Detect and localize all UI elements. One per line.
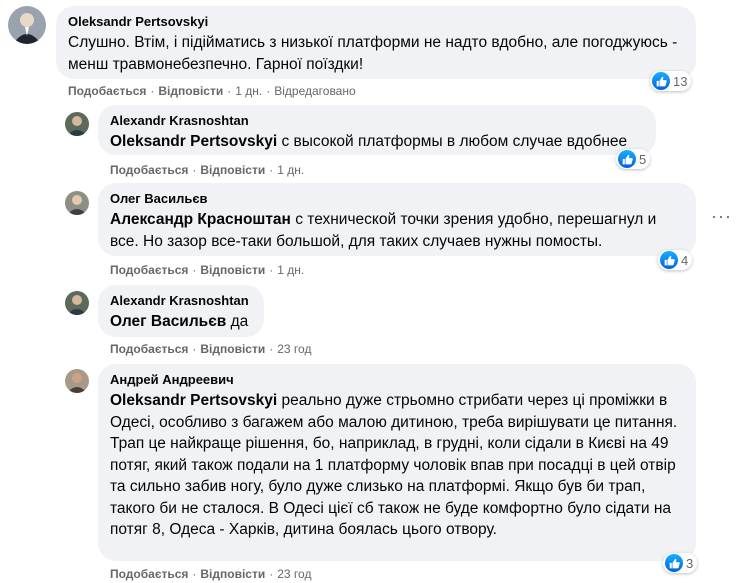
- avatar[interactable]: [8, 6, 46, 44]
- reaction-number: 13: [673, 73, 688, 89]
- reply-button[interactable]: Відповісти: [200, 163, 265, 177]
- user-avatar-icon: [8, 6, 46, 44]
- comment-bubble: Alexandr Krasnoshtan Олег Васильєв да: [98, 285, 264, 337]
- reaction-count[interactable]: 4: [658, 250, 693, 270]
- mention-link[interactable]: Oleksandr Pertsovskyi: [110, 392, 277, 409]
- comment-actions: Подобається · Відповісти · 1 дн.: [110, 263, 305, 277]
- comment-author[interactable]: Олег Васильєв: [110, 191, 684, 207]
- timestamp[interactable]: 1 дн.: [235, 84, 262, 98]
- like-thumb-icon: [652, 72, 670, 90]
- reply-button[interactable]: Відповісти: [200, 567, 265, 581]
- like-button[interactable]: Подобається: [110, 163, 188, 177]
- user-avatar-icon: [65, 191, 89, 215]
- reaction-number: 5: [639, 151, 647, 167]
- mention-link[interactable]: Александр Красноштан: [110, 211, 291, 228]
- comment-text: да: [230, 313, 249, 330]
- timestamp[interactable]: 1 дн.: [277, 263, 304, 277]
- mention-link[interactable]: Олег Васильєв: [110, 313, 226, 330]
- like-thumb-icon: [660, 251, 678, 269]
- like-thumb-icon: [665, 554, 683, 572]
- like-button[interactable]: Подобається: [110, 567, 188, 581]
- reaction-count[interactable]: 5: [616, 149, 651, 169]
- comment-text: реально дуже стрьомно стрибати через ці …: [110, 392, 678, 538]
- comment-bubble: Олег Васильєв Александр Красноштан с тех…: [98, 183, 696, 256]
- reaction-number: 4: [681, 252, 689, 268]
- avatar[interactable]: [65, 191, 89, 215]
- reply-button[interactable]: Відповісти: [158, 84, 223, 98]
- timestamp[interactable]: 23 год: [277, 342, 311, 356]
- comment-author[interactable]: Андрей Андреевич: [110, 372, 684, 388]
- comment-author[interactable]: Alexandr Krasnoshtan: [110, 113, 644, 129]
- comment-actions: Подобається · Відповісти · 23 год: [110, 567, 312, 581]
- reaction-number: 3: [686, 555, 694, 571]
- comment-bubble: Андрей Андреевич Oleksandr Pertsovskyi р…: [98, 364, 696, 561]
- reply-button[interactable]: Відповісти: [200, 342, 265, 356]
- user-avatar-icon: [65, 369, 89, 393]
- edited-label: Відредаговано: [274, 84, 356, 98]
- avatar[interactable]: [65, 291, 89, 315]
- timestamp[interactable]: 23 год: [277, 567, 311, 581]
- comment-author[interactable]: Oleksandr Pertsovskyi: [68, 14, 684, 30]
- user-avatar-icon: [65, 291, 89, 315]
- comment-text: Слушно. Втім, і підійматись з низької пл…: [68, 34, 678, 73]
- comment-text: с высокой платформы в любом случае вдобн…: [281, 133, 628, 150]
- reaction-count[interactable]: 3: [663, 553, 698, 573]
- mention-link[interactable]: Oleksandr Pertsovskyi: [110, 133, 277, 150]
- reply-button[interactable]: Відповісти: [200, 263, 265, 277]
- comment-actions: Подобається · Відповісти · 23 год: [110, 342, 312, 356]
- avatar[interactable]: [65, 369, 89, 393]
- more-horizontal-icon[interactable]: ···: [711, 206, 732, 227]
- reaction-count[interactable]: 13: [650, 71, 692, 91]
- user-avatar-icon: [65, 112, 89, 136]
- comment-actions: Подобається · Відповісти · 1 дн. · Відредагова…: [68, 84, 356, 98]
- comment-actions: Подобається · Відповісти · 1 дн.: [110, 163, 305, 177]
- timestamp[interactable]: 1 дн.: [277, 163, 304, 177]
- comment-author[interactable]: Alexandr Krasnoshtan: [110, 293, 252, 309]
- comment-bubble: Oleksandr Pertsovskyi Слушно. Втім, і пі…: [56, 6, 696, 79]
- comment-bubble: Alexandr Krasnoshtan Oleksandr Pertsovsk…: [98, 105, 656, 155]
- like-thumb-icon: [618, 150, 636, 168]
- like-button[interactable]: Подобається: [110, 342, 188, 356]
- like-button[interactable]: Подобається: [110, 263, 188, 277]
- like-button[interactable]: Подобається: [68, 84, 146, 98]
- avatar[interactable]: [65, 112, 89, 136]
